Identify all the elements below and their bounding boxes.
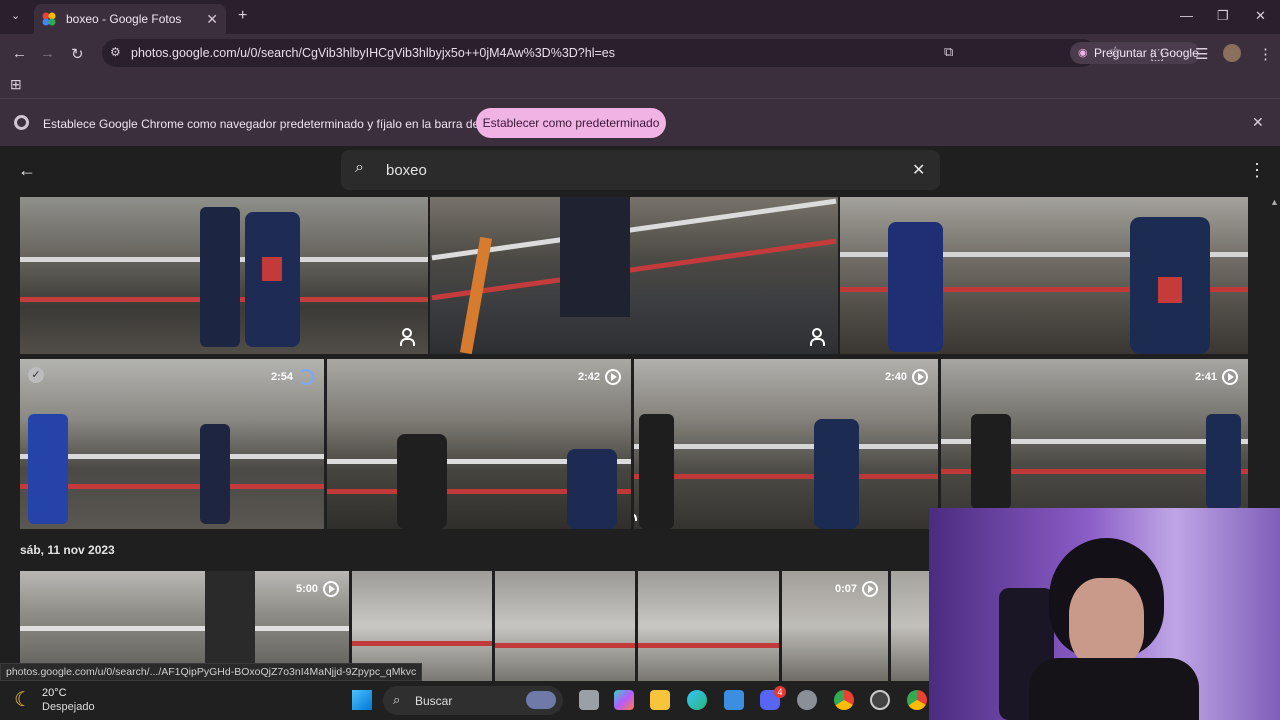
taskbar-search-box[interactable]: ⌕ Buscar xyxy=(383,686,563,715)
set-default-button[interactable]: Establecer como predeterminado xyxy=(476,108,666,138)
scroll-up-icon[interactable]: ▲ xyxy=(1270,197,1279,207)
infobar-message: Establece Google Chrome como navegador p… xyxy=(43,117,516,131)
tab-close-icon[interactable]: ✕ xyxy=(206,11,218,28)
play-icon xyxy=(323,581,339,597)
windows-taskbar: ☾ 20°C Despejado ⌕ Buscar 4 xyxy=(0,681,930,720)
date-group-label: sáb, 11 nov 2023 xyxy=(20,543,115,557)
search-highlight-icon xyxy=(526,691,556,709)
address-bar[interactable]: ⚙ photos.google.com/u/0/search/CgVib3hlb… xyxy=(102,39,1200,67)
weather-temp: 20°C xyxy=(42,687,67,699)
discord-badge: 4 xyxy=(774,686,786,698)
video-tile[interactable]: 0:07 xyxy=(782,571,888,681)
play-icon xyxy=(912,369,928,385)
browser-toolbar: ← → ↻ ⚙ photos.google.com/u/0/search/CgV… xyxy=(0,34,1280,72)
weather-desc: Despejado xyxy=(42,701,95,713)
photo-tile[interactable] xyxy=(840,197,1248,354)
search-query: boxeo xyxy=(386,162,427,179)
video-tile[interactable]: 2:41 xyxy=(941,359,1248,509)
people-icon xyxy=(400,328,418,346)
maximize-icon[interactable]: ❐ xyxy=(1217,8,1229,24)
site-info-icon[interactable]: ⚙ xyxy=(110,45,121,59)
more-options-icon[interactable]: ⋮ xyxy=(1248,160,1266,181)
browser-tab-strip: ⌄ boxeo - Google Fotos ✕ + — ❐ ✕ xyxy=(0,0,1280,34)
profile-avatar[interactable] xyxy=(1223,44,1241,62)
extensions-icon[interactable]: ⬚ xyxy=(1150,45,1164,63)
chrome-logo-icon xyxy=(14,115,29,130)
video-duration: 0:07 xyxy=(835,581,878,597)
video-duration: 5:00 xyxy=(296,581,339,597)
settings-gear-icon[interactable] xyxy=(797,690,817,710)
edge-icon[interactable] xyxy=(687,690,707,710)
people-icon xyxy=(634,509,640,521)
search-icon: ⌕ xyxy=(355,159,364,176)
lens-icon: ◉ xyxy=(1078,47,1088,59)
photos-search-input[interactable]: ⌕ boxeo ✕ xyxy=(341,150,940,190)
video-duration: 2:42 xyxy=(578,369,621,385)
active-tab[interactable]: boxeo - Google Fotos ✕ xyxy=(34,4,226,34)
video-tile[interactable]: 2:40 xyxy=(634,359,938,529)
install-app-icon[interactable]: ⧉ xyxy=(944,44,953,60)
back-arrow-icon[interactable]: ← xyxy=(12,45,27,62)
reload-icon[interactable]: ↻ xyxy=(71,45,84,63)
app-icon[interactable] xyxy=(870,690,890,710)
video-tile[interactable]: ✓ 2:54 xyxy=(20,359,324,529)
status-bar-url: photos.google.com/u/0/search/.../AF1QipP… xyxy=(0,663,423,681)
ask-google-button[interactable]: ◉ Preguntar a Google xyxy=(1070,42,1200,64)
google-photos-favicon-icon xyxy=(42,12,56,26)
select-check-icon[interactable]: ✓ xyxy=(28,367,44,383)
video-duration: 2:41 xyxy=(1195,369,1238,385)
bookmark-star-icon[interactable]: ☆ xyxy=(1109,43,1122,60)
clear-search-icon[interactable]: ✕ xyxy=(912,160,925,180)
photo-tile[interactable] xyxy=(20,197,428,354)
default-browser-infobar: Establece Google Chrome como navegador p… xyxy=(0,98,1280,146)
photo-tile[interactable] xyxy=(495,571,635,681)
copilot-icon[interactable] xyxy=(614,690,634,710)
minimize-icon[interactable]: — xyxy=(1180,8,1193,23)
file-explorer-icon[interactable] xyxy=(650,690,670,710)
url-text: photos.google.com/u/0/search/CgVib3hlbyI… xyxy=(131,46,615,60)
apps-grid-icon[interactable]: ⊞ xyxy=(10,76,22,93)
webcam-overlay xyxy=(929,508,1280,720)
play-icon xyxy=(605,369,621,385)
video-duration: 2:54 xyxy=(271,369,314,385)
infobar-close-icon[interactable]: ✕ xyxy=(1252,114,1264,131)
weather-moon-icon: ☾ xyxy=(14,689,32,711)
play-icon xyxy=(862,581,878,597)
video-duration: 2:40 xyxy=(885,369,928,385)
task-view-icon[interactable] xyxy=(579,690,599,710)
photo-tile[interactable] xyxy=(891,571,929,681)
bookmarks-bar: ⊞ xyxy=(0,72,1280,98)
play-icon xyxy=(1222,369,1238,385)
photos-search-header: ← ⌕ boxeo ✕ ⋮ xyxy=(0,146,1280,196)
taskbar-search-label: Buscar xyxy=(415,694,453,708)
windows-start-icon[interactable] xyxy=(352,690,372,710)
photo-tile[interactable] xyxy=(638,571,779,681)
new-tab-icon[interactable]: + xyxy=(238,7,247,25)
forward-arrow-icon[interactable]: → xyxy=(40,45,55,62)
chrome-menu-icon[interactable]: ⋮ xyxy=(1258,45,1273,63)
chrome-active-icon[interactable] xyxy=(907,690,927,710)
tab-search-icon[interactable]: ⌄ xyxy=(11,9,20,22)
tab-title: boxeo - Google Fotos xyxy=(66,12,182,26)
video-tile[interactable]: 2:42 xyxy=(327,359,631,529)
search-icon: ⌕ xyxy=(393,692,401,707)
window-close-icon[interactable]: ✕ xyxy=(1255,8,1266,24)
loading-spinner-icon xyxy=(298,369,314,385)
reading-list-icon[interactable]: ☰ xyxy=(1195,45,1208,63)
people-icon xyxy=(810,328,828,346)
back-arrow-icon[interactable]: ← xyxy=(18,160,36,181)
store-icon[interactable] xyxy=(724,690,744,710)
photo-tile[interactable] xyxy=(430,197,838,354)
chrome-icon[interactable] xyxy=(834,690,854,710)
